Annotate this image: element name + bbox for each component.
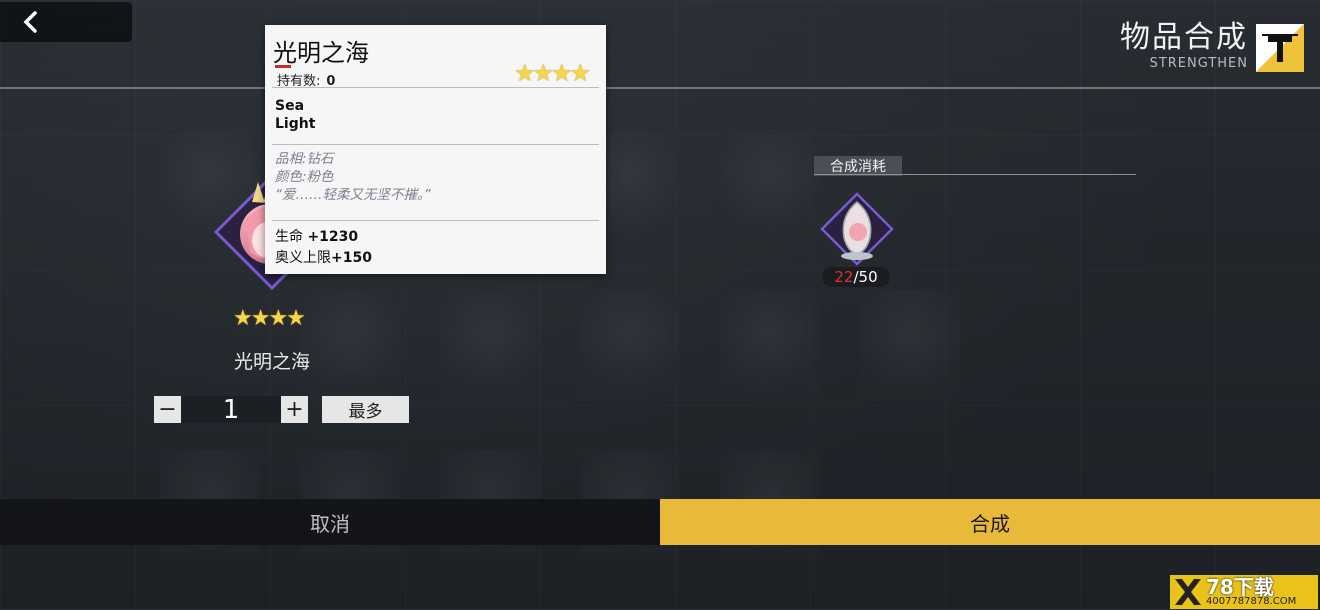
stat-label: 奥义上限 [275, 250, 331, 266]
tooltip-stats: 生命 +1230 奥义上限+150 [275, 227, 372, 269]
page-title-block: 物品合成 STRENGTHEN [1120, 20, 1248, 71]
hammer-icon [1256, 24, 1304, 72]
stat-value: +1230 [307, 229, 359, 245]
english-name-line: Sea [275, 98, 305, 114]
cancel-button[interactable]: 取消 [0, 499, 660, 545]
material-icon[interactable] [818, 190, 896, 268]
watermark: 78下载 4007787878.COM [1170, 575, 1318, 609]
cost-divider [814, 174, 1136, 175]
watermark-url: 4007787878.COM [1206, 596, 1297, 607]
tooltip-english-name: Sea Light [275, 97, 315, 133]
page-subtitle: STRENGTHEN [1149, 56, 1248, 71]
item-rarity-stars: ★★★★ [233, 306, 306, 331]
craft-button[interactable]: 合成 [660, 499, 1320, 545]
material-owned: 22 [834, 268, 854, 286]
item-name: 光明之海 [234, 351, 311, 373]
tooltip-divider [272, 87, 599, 88]
stat-row: 奥义上限+150 [275, 248, 372, 269]
back-button[interactable] [0, 2, 132, 42]
stat-label: 生命 [275, 229, 303, 245]
desc-line: 颜色:粉色 [275, 169, 334, 185]
increment-button[interactable]: + [281, 396, 308, 423]
stat-row: 生命 +1230 [275, 227, 372, 248]
action-bar: 取消 合成 [0, 499, 1320, 545]
quantity-stepper: − 1 + 最多 [154, 395, 409, 425]
cost-label: 合成消耗 [814, 156, 902, 176]
item-tooltip: 光明之海 持有数: 0 ★★★★ Sea Light 品相:钻石 颜色:粉色 “爱… [265, 25, 606, 274]
tooltip-rarity-stars: ★★★★ [513, 59, 591, 87]
page-title: 物品合成 [1120, 20, 1248, 55]
header-divider [0, 87, 1320, 89]
stat-value: +150 [331, 250, 372, 266]
tooltip-description: 品相:钻石 颜色:粉色 “爱……轻柔又无坚不摧。” [275, 150, 431, 204]
english-name-line: Light [275, 116, 316, 132]
max-quantity-button[interactable]: 最多 [322, 396, 409, 423]
chevron-left-icon [23, 11, 37, 33]
material-count: 22/50 [822, 267, 890, 287]
material-required: /50 [853, 268, 878, 286]
x-logo-icon [1175, 579, 1201, 605]
watermark-title: 78下载 [1206, 575, 1274, 599]
tooltip-accent-bar [275, 65, 291, 68]
desc-line: 品相:钻石 [275, 151, 334, 167]
tooltip-item-name: 光明之海 [273, 39, 369, 67]
tooltip-divider [272, 144, 599, 145]
tooltip-divider [272, 220, 599, 221]
decrement-button[interactable]: − [154, 396, 181, 423]
quantity-value: 1 [181, 395, 281, 425]
desc-line: “爱……轻柔又无坚不摧。” [275, 187, 431, 203]
